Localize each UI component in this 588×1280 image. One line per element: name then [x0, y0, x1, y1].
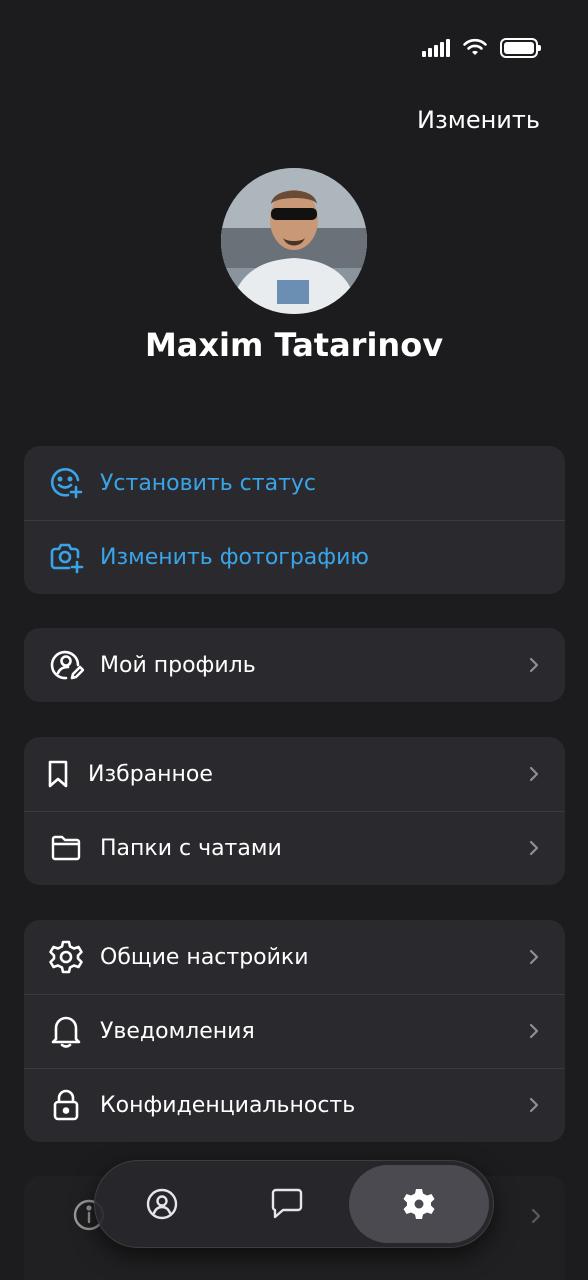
quick-actions-group: Установить статус Изменить фотографию: [24, 446, 565, 594]
battery-icon: [500, 38, 541, 58]
chevron-right-icon: [527, 949, 541, 965]
privacy-label: Конфиденциальность: [100, 1092, 356, 1118]
add-photo-icon: [46, 537, 86, 577]
my-profile-item[interactable]: Мой профиль: [24, 628, 565, 702]
chat-icon: [271, 1188, 302, 1219]
set-status-button[interactable]: Установить статус: [24, 446, 565, 520]
privacy-item[interactable]: Конфиденциальность: [24, 1068, 565, 1142]
account-group: Мой профиль: [24, 628, 565, 702]
chevron-right-icon: [527, 1023, 541, 1039]
favorites-label: Избранное: [88, 761, 213, 787]
tab-settings[interactable]: [349, 1165, 489, 1243]
notifications-item[interactable]: Уведомления: [24, 994, 565, 1068]
bell-icon: [46, 1011, 86, 1051]
chevron-right-icon: [527, 657, 541, 673]
tab-bar: [94, 1160, 494, 1248]
my-profile-label: Мой профиль: [100, 652, 256, 678]
general-settings-item[interactable]: Общие настройки: [24, 920, 565, 994]
chevron-right-icon: [531, 1208, 541, 1228]
tab-chats[interactable]: [224, 1165, 349, 1243]
wifi-icon: [463, 38, 487, 55]
status-bar: [422, 36, 541, 60]
change-photo-button[interactable]: Изменить фотографию: [24, 520, 565, 594]
chat-folders-item[interactable]: Папки с чатами: [24, 811, 565, 885]
settings-icon: [403, 1189, 435, 1219]
profile-name: Maxim Tatarinov: [144, 326, 444, 364]
chevron-right-icon: [527, 840, 541, 856]
change-photo-label: Изменить фотографию: [100, 544, 369, 570]
tab-profile[interactable]: [99, 1165, 224, 1243]
chevron-right-icon: [527, 766, 541, 782]
signal-icon: [422, 39, 450, 57]
profile-edit-icon: [46, 645, 86, 685]
general-settings-label: Общие настройки: [100, 944, 309, 970]
set-status-label: Установить статус: [100, 470, 317, 496]
edit-button[interactable]: Изменить: [417, 106, 540, 134]
library-group: Избранное Папки с чатами: [24, 737, 565, 885]
folder-icon: [46, 828, 86, 868]
chevron-right-icon: [527, 1097, 541, 1113]
profile-icon: [146, 1188, 177, 1220]
settings-group: Общие настройки Уведомления Конфиденциал…: [24, 920, 565, 1142]
gear-icon: [46, 937, 86, 977]
avatar[interactable]: [221, 168, 367, 314]
chat-folders-label: Папки с чатами: [100, 835, 282, 861]
bookmark-icon: [46, 754, 70, 794]
lock-icon: [46, 1085, 86, 1125]
notifications-label: Уведомления: [100, 1018, 255, 1044]
add-emoji-icon: [46, 463, 86, 503]
favorites-item[interactable]: Избранное: [24, 737, 565, 811]
